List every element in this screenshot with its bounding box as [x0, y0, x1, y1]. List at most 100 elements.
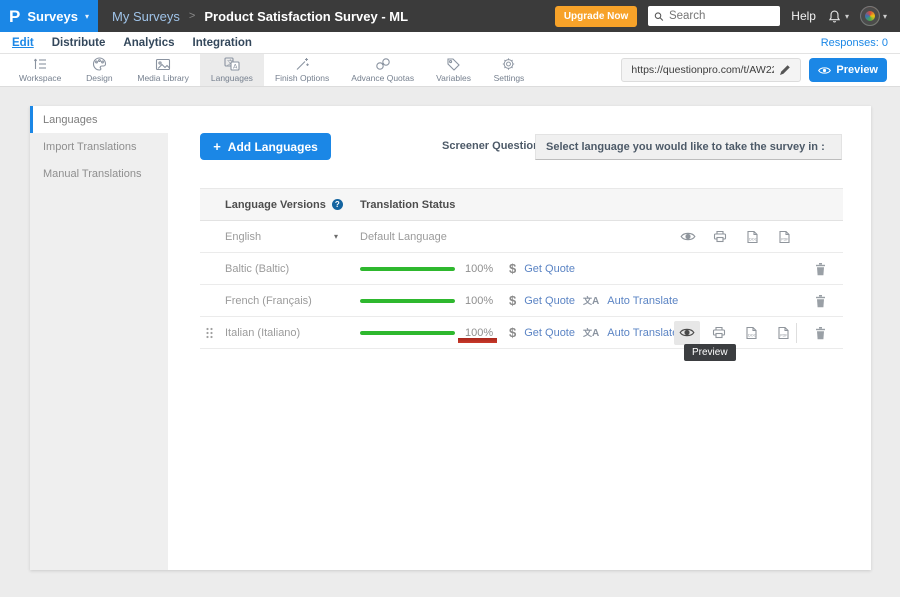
edit-toolbar: Workspace Design Media Library 文 A Langu… — [0, 54, 900, 87]
account-menu[interactable]: ▾ — [860, 6, 887, 26]
print-button[interactable] — [707, 225, 733, 249]
avatar — [860, 6, 880, 26]
responses-count[interactable]: Responses: 0 — [821, 37, 888, 49]
toolbar-item-label: Finish Options — [275, 73, 329, 83]
trash-icon — [814, 326, 827, 340]
chevron-down-icon: ▾ — [334, 232, 338, 241]
media-library-icon — [155, 58, 171, 71]
row-actions: DOC PDF — [674, 321, 796, 345]
translate-icon: 文A — [583, 294, 599, 307]
languages-sidebar: Languages Import Translations Manual Tra… — [30, 106, 168, 570]
toolbar-item-languages[interactable]: 文 A Languages — [200, 54, 264, 86]
print-button[interactable] — [706, 321, 732, 345]
toolbar-item-variables[interactable]: Variables — [425, 54, 482, 86]
topbar-actions: Upgrade Now Help ▾ ▾ — [555, 6, 900, 27]
toolbar-item-label: Settings — [494, 73, 525, 83]
table-row-english: English ▾ Default Language — [200, 221, 843, 253]
export-pdf-button[interactable]: PDF — [770, 321, 796, 345]
eye-icon — [818, 66, 831, 75]
svg-text:PDF: PDF — [780, 333, 787, 337]
survey-title: Product Satisfaction Survey - ML — [204, 9, 408, 24]
trash-icon — [814, 262, 827, 276]
get-quote-link[interactable]: Get Quote — [524, 263, 575, 275]
export-pdf-button[interactable]: PDF — [771, 225, 797, 249]
plus-icon: + — [213, 139, 221, 154]
delete-language-button[interactable] — [814, 326, 827, 340]
tab-integration[interactable]: Integration — [193, 37, 252, 49]
breadcrumb-separator-icon: > — [189, 10, 195, 22]
design-palette-icon — [92, 57, 107, 71]
progress-percent: 100% — [465, 295, 495, 307]
chevron-down-icon: ▾ — [85, 12, 89, 21]
chain-links-icon — [375, 57, 391, 71]
toolbar-item-workspace[interactable]: Workspace — [8, 54, 72, 86]
translation-progress-bar — [360, 267, 455, 271]
delete-language-button[interactable] — [814, 294, 827, 308]
tab-edit[interactable]: Edit — [12, 37, 34, 49]
auto-translate-link[interactable]: Auto Translate — [607, 327, 678, 339]
toolbar-item-design[interactable]: Design — [72, 54, 126, 86]
toolbar-item-settings[interactable]: Settings — [482, 54, 536, 86]
preview-button-label: Preview — [836, 64, 878, 76]
preview-eye-button[interactable] — [675, 225, 701, 249]
language-name: Italian (Italiano) — [225, 327, 300, 339]
preview-button[interactable]: Preview — [809, 58, 887, 82]
export-doc-button[interactable]: DOC — [739, 225, 765, 249]
toolbar-item-label: Advance Quotas — [351, 73, 414, 83]
survey-nav-tabs: Edit Distribute Analytics Integration Re… — [0, 32, 900, 54]
table-row-italian: Italian (Italiano) 100% $ Get Quote 文A A… — [200, 317, 843, 349]
toolbar-item-label: Languages — [211, 73, 253, 83]
dollar-icon: $ — [509, 293, 516, 308]
sidebar-item-import-translations[interactable]: Import Translations — [30, 133, 168, 160]
help-question-icon[interactable]: ? — [332, 199, 343, 210]
dollar-icon: $ — [509, 325, 516, 340]
toolbar-item-media-library[interactable]: Media Library — [126, 54, 200, 86]
screener-question-label: Screener Question : — [442, 140, 547, 152]
toolbar-item-finish-options[interactable]: Finish Options — [264, 54, 340, 86]
table-header: Language Versions ? Translation Status — [200, 188, 843, 221]
tag-icon — [446, 57, 461, 71]
preview-eye-button[interactable] — [674, 321, 700, 345]
tab-distribute[interactable]: Distribute — [52, 37, 106, 49]
drag-handle[interactable] — [205, 327, 214, 342]
chevron-down-icon: ▾ — [883, 12, 887, 21]
tab-analytics[interactable]: Analytics — [123, 37, 174, 49]
toolbar-item-advance-quotas[interactable]: Advance Quotas — [340, 54, 425, 86]
get-quote-link[interactable]: Get Quote — [524, 295, 575, 307]
progress-percent: 100% — [465, 263, 495, 275]
notifications-menu[interactable]: ▾ — [827, 9, 849, 24]
edit-url-button[interactable] — [774, 60, 796, 80]
translation-progress-bar — [360, 331, 455, 335]
col-language-versions: Language Versions — [225, 199, 326, 211]
language-name: French (Français) — [225, 295, 312, 307]
default-language-dropdown[interactable]: English ▾ — [225, 231, 360, 243]
svg-text:PDF: PDF — [781, 237, 788, 241]
screener-question-select[interactable]: Select language you would like to take t… — [535, 134, 842, 160]
breadcrumb-my-surveys[interactable]: My Surveys — [112, 9, 180, 24]
table-row-baltic: Baltic (Baltic) 100% $ Get Quote — [200, 253, 843, 285]
add-languages-button[interactable]: + Add Languages — [200, 133, 331, 160]
upgrade-now-button[interactable]: Upgrade Now — [555, 6, 637, 27]
row-actions: DOC PDF — [675, 225, 797, 249]
survey-url-field[interactable]: https://questionpro.com/t/AW22Zd1S1 — [621, 58, 801, 82]
toolbar-item-label: Workspace — [19, 73, 61, 83]
help-link[interactable]: Help — [791, 9, 816, 23]
export-doc-button[interactable]: DOC — [738, 321, 764, 345]
delete-language-button[interactable] — [814, 262, 827, 276]
languages-page: Languages Import Translations Manual Tra… — [0, 87, 900, 597]
get-quote-link[interactable]: Get Quote — [524, 327, 575, 339]
chevron-down-icon: ▾ — [845, 12, 849, 21]
breadcrumb: My Surveys > Product Satisfaction Survey… — [112, 9, 408, 24]
toolbar-item-label: Media Library — [137, 73, 189, 83]
top-bar: P Surveys ▾ My Surveys > Product Satisfa… — [0, 0, 900, 32]
sidebar-item-languages[interactable]: Languages — [30, 106, 168, 133]
preview-tooltip: Preview — [684, 344, 736, 361]
trash-icon — [814, 294, 827, 308]
search-box[interactable] — [648, 6, 780, 26]
auto-translate-link[interactable]: Auto Translate — [607, 295, 678, 307]
search-input[interactable] — [669, 10, 774, 22]
sidebar-item-manual-translations[interactable]: Manual Translations — [30, 160, 168, 187]
col-translation-status: Translation Status — [360, 199, 455, 211]
product-menu[interactable]: P Surveys ▾ — [0, 0, 98, 32]
screener-question-value: Select language you would like to take t… — [546, 141, 825, 153]
